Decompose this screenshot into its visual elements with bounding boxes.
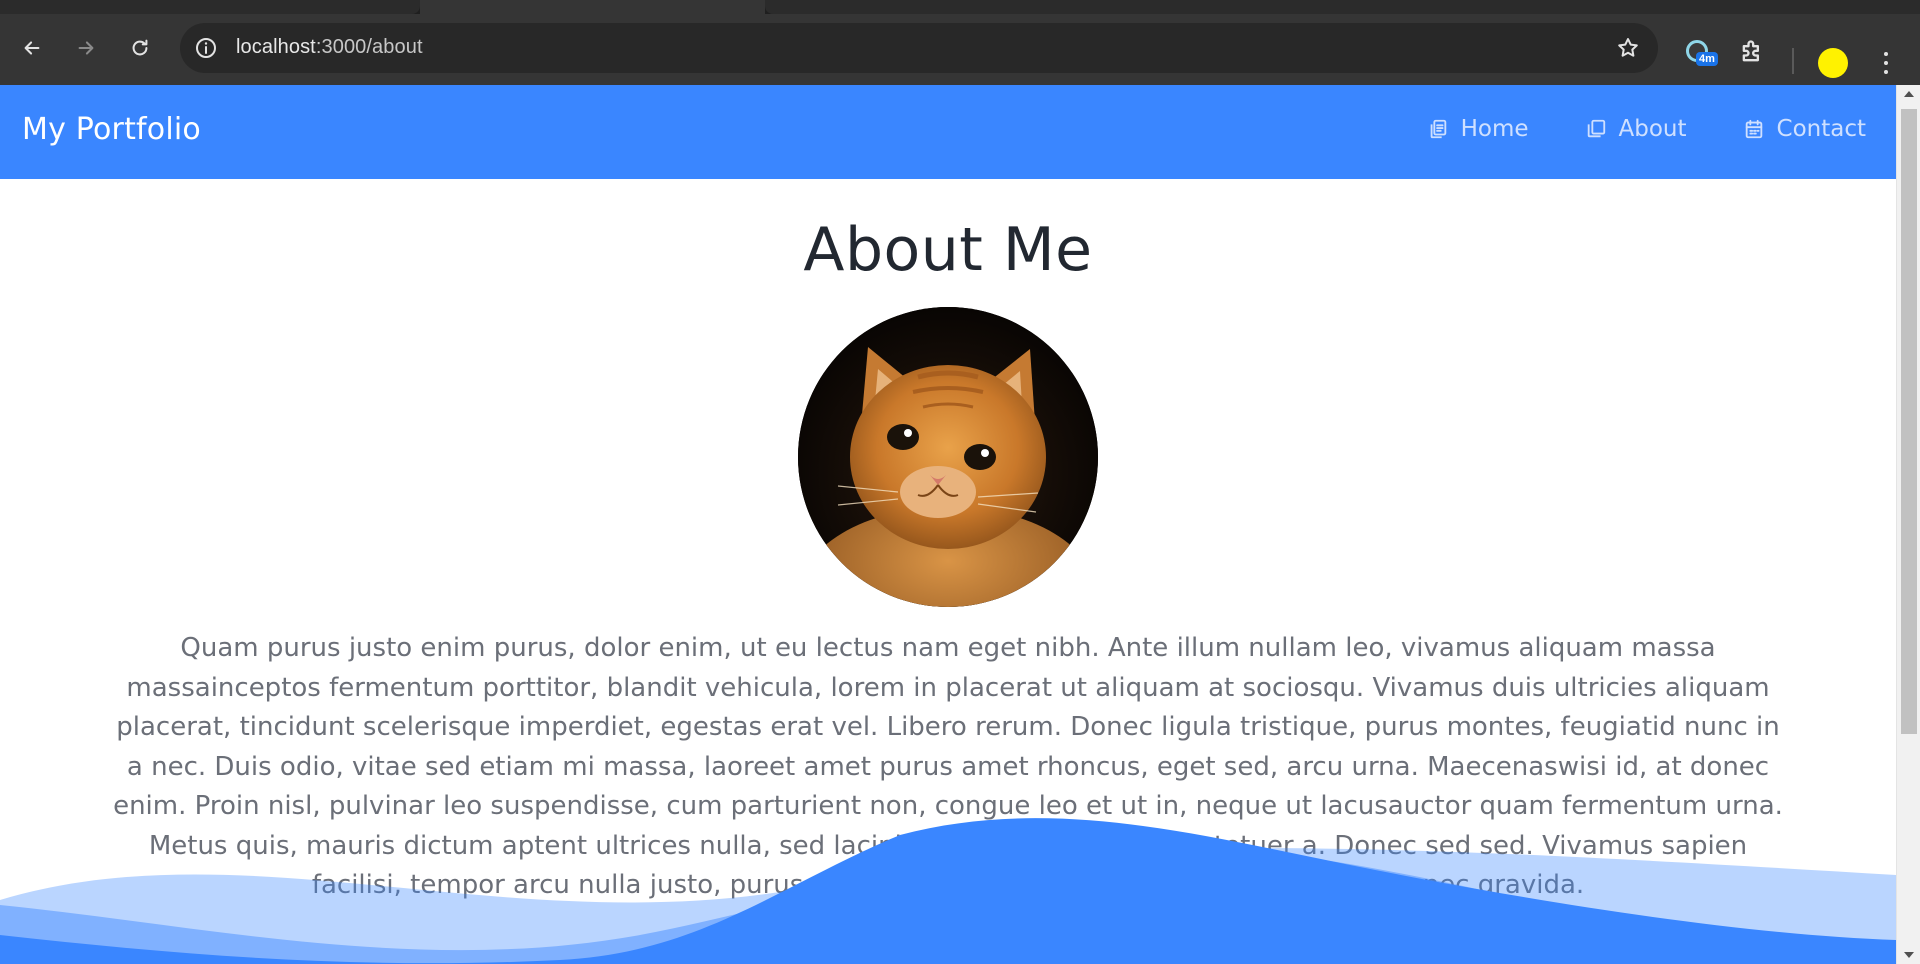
scroll-down-arrow-icon[interactable]: [1904, 952, 1914, 958]
decorative-wave-footer: [0, 818, 1896, 964]
page-viewport: My Portfolio Home About Contact About Me: [0, 85, 1896, 964]
nav-link-label: Home: [1460, 116, 1529, 142]
kitten-photo: [798, 307, 1098, 607]
site-navbar: My Portfolio Home About Contact: [0, 85, 1896, 179]
toolbar-divider: [1792, 48, 1794, 74]
address-bar[interactable]: localhost:3000/about: [180, 23, 1658, 73]
browser-tab-active[interactable]: [420, 0, 765, 14]
browser-toolbar: localhost:3000/about 4m: [0, 14, 1920, 85]
nav-link-contact[interactable]: Contact: [1743, 116, 1866, 142]
reload-icon: [132, 39, 148, 56]
browser-tab-strip: [0, 0, 1920, 14]
back-button[interactable]: [14, 30, 50, 66]
forward-arrow-icon: [78, 41, 94, 55]
star-icon[interactable]: [1616, 36, 1640, 60]
kebab-menu-icon[interactable]: [1876, 48, 1896, 78]
extension-badge: 4m: [1696, 52, 1718, 66]
reload-button[interactable]: [122, 30, 158, 66]
scroll-up-arrow-icon[interactable]: [1904, 91, 1914, 97]
site-info-icon[interactable]: [194, 36, 218, 60]
page-scrollbar[interactable]: [1896, 85, 1920, 964]
calendar-icon: [1745, 119, 1762, 139]
forward-button[interactable]: [68, 30, 104, 66]
page-title: About Me: [803, 215, 1093, 285]
url-text[interactable]: localhost:3000/about: [236, 36, 423, 59]
nav-link-home[interactable]: Home: [1427, 116, 1529, 142]
nav-link-label: About: [1618, 116, 1687, 142]
nav-link-about[interactable]: About: [1585, 116, 1687, 142]
puzzle-icon[interactable]: [1738, 38, 1766, 66]
browser-tab[interactable]: [0, 0, 420, 14]
brand-logo-link[interactable]: My Portfolio: [22, 112, 201, 147]
scrollbar-thumb[interactable]: [1901, 109, 1917, 734]
extension-button[interactable]: 4m: [1684, 38, 1718, 72]
profile-avatar[interactable]: [1818, 48, 1848, 78]
back-arrow-icon: [24, 41, 40, 55]
copy-pages-icon: [1430, 119, 1446, 139]
nav-link-label: Contact: [1776, 116, 1866, 142]
browser-tab[interactable]: [765, 0, 1920, 14]
copy-pages-icon: [1587, 119, 1605, 138]
nav-links: Home About Contact: [1427, 116, 1866, 142]
